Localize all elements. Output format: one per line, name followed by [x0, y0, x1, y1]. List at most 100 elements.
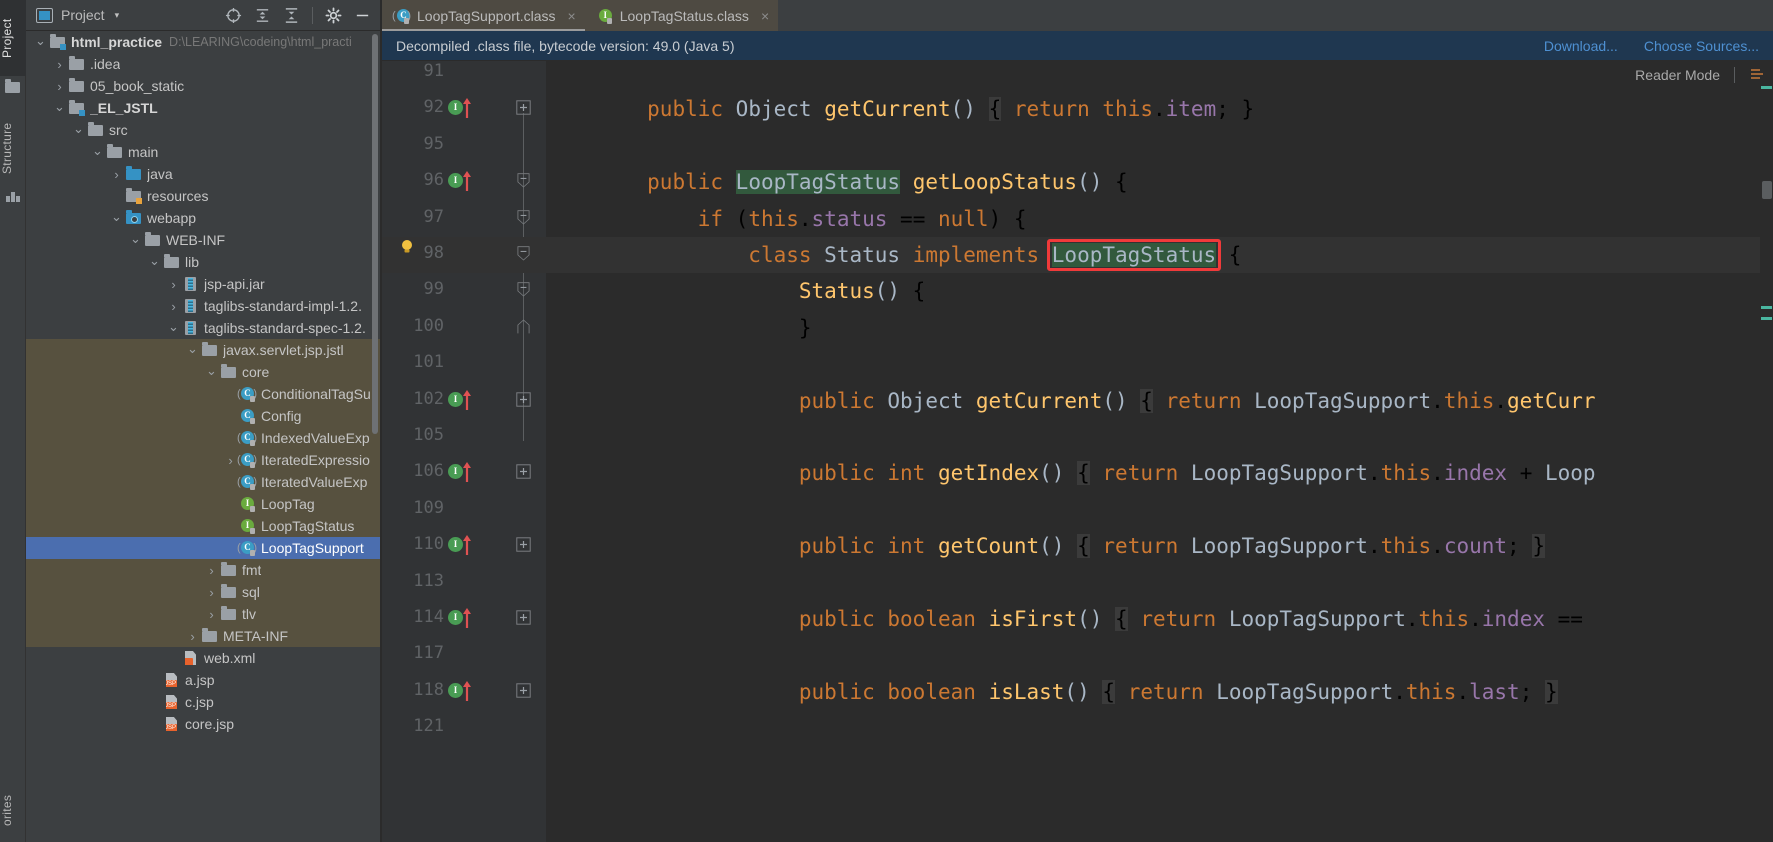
tool-window-tab-structure[interactable]: Structure [0, 110, 26, 186]
project-tree-item-web-xml[interactable]: web.xml [26, 647, 381, 669]
collapse-all-icon[interactable] [283, 7, 300, 24]
reader-mode-label[interactable]: Reader Mode [1635, 67, 1720, 83]
tool-window-tab-project[interactable]: Project [0, 0, 26, 76]
code-line[interactable]: } [546, 310, 812, 346]
chevron-down-icon[interactable]: ⌄ [167, 320, 180, 335]
code-line[interactable]: public int getIndex() { return LoopTagSu… [546, 455, 1596, 491]
chevron-right-icon[interactable]: › [205, 564, 218, 577]
close-icon[interactable]: × [761, 8, 769, 24]
chevron-right-icon[interactable]: › [53, 58, 66, 71]
chevron-right-icon[interactable]: › [53, 80, 66, 93]
project-tree-item-taglibs-standard-impl-1-2[interactable]: › taglibs-standard-impl-1.2. [26, 295, 381, 317]
project-tree-item-a-jsp[interactable]: a.jsp [26, 669, 381, 691]
project-tree-item-conditionaltagsu[interactable]: (C) ConditionalTagSu [26, 383, 381, 405]
fold-collapse-icon[interactable] [516, 173, 531, 188]
project-tree-item-meta-inf[interactable]: › META-INF [26, 625, 381, 647]
project-tree-item-looptag[interactable]: I LoopTag [26, 493, 381, 515]
project-tree-item-config[interactable]: C Config [26, 405, 381, 427]
project-tree-item-looptagstatus[interactable]: I LoopTagStatus [26, 515, 381, 537]
project-tree-item-src[interactable]: ⌄ src [26, 119, 381, 141]
fold-expand-icon[interactable] [516, 610, 531, 625]
code-line[interactable]: Status() { [546, 273, 925, 309]
implementing-method-marker[interactable]: I [448, 608, 486, 629]
chevron-down-icon[interactable]: ⌄ [110, 210, 123, 225]
project-tree-item-resources[interactable]: resources [26, 185, 381, 207]
editor-tab-0[interactable]: ( C ) LoopTagSupport.class × [382, 0, 585, 31]
editor-fold-column[interactable] [506, 61, 546, 842]
download-sources-link[interactable]: Download... [1544, 38, 1618, 54]
chevron-down-icon[interactable]: ⌄ [129, 232, 142, 247]
chevron-down-icon[interactable]: ⌄ [205, 364, 218, 379]
fold-expand-icon[interactable] [516, 391, 531, 407]
fold-collapse-icon[interactable] [516, 282, 531, 297]
project-tree[interactable]: ⌄ html_practice D:\LEARING\codeing\html_pr… [26, 31, 381, 842]
implementing-method-marker[interactable]: I [448, 389, 486, 411]
code-line[interactable]: class Status implements LoopTagStatus { [546, 237, 1241, 273]
project-tree-item-c-jsp[interactable]: c.jsp [26, 691, 381, 713]
project-tree-item-sql[interactable]: › sql [26, 581, 381, 603]
locate-icon[interactable] [225, 7, 242, 24]
chevron-down-icon[interactable]: ⌄ [72, 122, 85, 137]
settings-gear-icon[interactable] [325, 7, 342, 24]
project-tree-item-fmt[interactable]: › fmt [26, 559, 381, 581]
editor-code-column[interactable]: public Object getCurrent() { return this… [546, 61, 1773, 842]
project-tree-item-webapp[interactable]: ⌄ webapp [26, 207, 381, 229]
editor-tab-1[interactable]: I LoopTagStatus.class × [584, 0, 779, 31]
project-tree-item-tlv[interactable]: › tlv [26, 603, 381, 625]
fold-expand-icon[interactable] [516, 100, 531, 116]
fold-region-end-icon[interactable] [516, 319, 531, 334]
code-line[interactable]: public boolean isFirst() { return LoopTa… [546, 601, 1583, 637]
scrollbar-thumb[interactable] [1762, 181, 1772, 199]
project-tree-item-idea[interactable]: › .idea [26, 53, 381, 75]
project-tree-item-taglibs-standard-spec-1-2[interactable]: ⌄ taglibs-standard-spec-1.2. [26, 317, 381, 339]
project-tree-item-javax-servlet-jsp-jstl[interactable]: ⌄ javax.servlet.jsp.jstl [26, 339, 381, 361]
expand-all-icon[interactable] [254, 7, 271, 24]
project-tree-scrollbar[interactable] [372, 34, 378, 434]
project-tree-item-core[interactable]: ⌄ core [26, 361, 381, 383]
code-line[interactable]: public Object getCurrent() { return this… [546, 91, 1254, 127]
fold-collapse-icon[interactable] [516, 209, 531, 225]
chevron-down-icon[interactable]: ⌄ [34, 34, 47, 49]
chevron-right-icon[interactable]: › [110, 168, 123, 181]
chevron-right-icon[interactable]: › [205, 608, 218, 621]
fold-expand-icon[interactable] [516, 464, 531, 480]
hide-window-icon[interactable] [354, 7, 371, 24]
chevron-down-icon[interactable]: ▾ [115, 10, 120, 21]
project-tree-item-iteratedvalueexp[interactable]: (C) IteratedValueExp [26, 471, 381, 493]
implementing-method-marker[interactable]: I [448, 535, 486, 556]
implementing-method-marker[interactable]: I [448, 98, 486, 119]
project-tree-item-indexedvalueexp[interactable]: (C) IndexedValueExp [26, 427, 381, 449]
implementing-method-marker[interactable]: I [448, 171, 486, 192]
chevron-right-icon[interactable]: › [205, 586, 218, 599]
code-editor[interactable]: 91 92 I 95 96 I 97 98 99 100 101 102 I 1… [382, 61, 1773, 842]
implementing-method-marker[interactable]: I [448, 462, 486, 483]
fold-expand-icon[interactable] [516, 537, 531, 552]
choose-sources-link[interactable]: Choose Sources... [1644, 38, 1759, 54]
chevron-down-icon[interactable]: ⌄ [148, 254, 161, 269]
chevron-right-icon[interactable]: › [186, 630, 199, 643]
inspections-widget-icon[interactable] [1749, 66, 1767, 84]
code-line[interactable]: public int getCount() { return LoopTagSu… [546, 528, 1545, 564]
implementing-method-marker[interactable]: I [448, 680, 486, 702]
project-tree-item-lib[interactable]: ⌄ lib [26, 251, 381, 273]
project-tree-item-iteratedexpressio[interactable]: ›(C) IteratedExpressio [26, 449, 381, 471]
chevron-right-icon[interactable]: › [224, 454, 237, 467]
project-tree-item-html-practice[interactable]: ⌄ html_practice D:\LEARING\codeing\html_pr… [26, 31, 381, 53]
project-tree-item-jsp-api-jar[interactable]: › jsp-api.jar [26, 273, 381, 295]
code-line[interactable]: public Object getCurrent() { return Loop… [546, 383, 1596, 419]
editor-marker-scrollbar[interactable] [1760, 61, 1773, 842]
tool-window-tab-favorites[interactable]: orites [0, 778, 26, 842]
marker-stripe[interactable] [1761, 317, 1772, 320]
project-tree-item-web-inf[interactable]: ⌄ WEB-INF [26, 229, 381, 251]
close-icon[interactable]: × [568, 8, 576, 24]
marker-stripe[interactable] [1761, 306, 1772, 309]
project-tree-item-el-jstl[interactable]: ⌄ _EL_JSTL [26, 97, 381, 119]
code-line[interactable]: public boolean isLast() { return LoopTag… [546, 674, 1558, 710]
code-line[interactable]: public LoopTagStatus getLoopStatus() { [546, 164, 1128, 200]
chevron-down-icon[interactable]: ⌄ [53, 100, 66, 115]
fold-expand-icon[interactable] [516, 683, 531, 698]
project-tree-item-main[interactable]: ⌄ main [26, 141, 381, 163]
project-tree-item-java[interactable]: › java [26, 163, 381, 185]
fold-collapse-icon[interactable] [516, 246, 531, 261]
chevron-right-icon[interactable]: › [167, 300, 180, 313]
